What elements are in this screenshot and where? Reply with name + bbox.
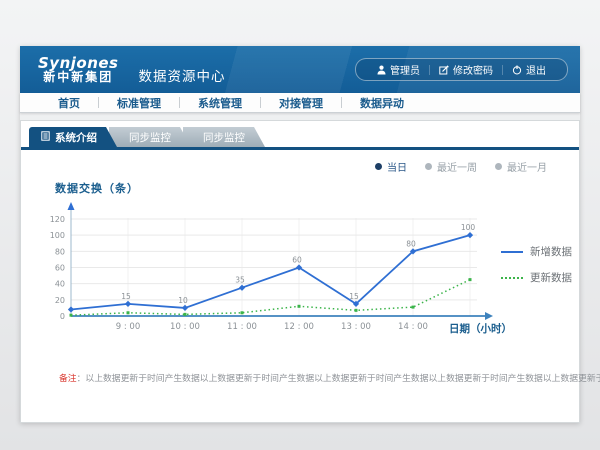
svg-text:35: 35 (235, 276, 245, 285)
svg-text:60: 60 (292, 256, 302, 265)
svg-text:40: 40 (55, 280, 65, 289)
spacer (20, 113, 580, 120)
legend-label: 新增数据 (530, 244, 572, 259)
logo-brand: Synjones (38, 55, 119, 72)
range-label: 当日 (387, 159, 407, 174)
change-password-button[interactable]: 修改密码 (430, 62, 502, 77)
footnote: 备注：以上数据更新于时间产生数据以上数据更新于时间产生数据以上数据更新于时间产生… (59, 371, 579, 384)
user-toolbar: 管理员 修改密码 退出 (355, 58, 568, 81)
logout-label: 退出 (526, 62, 546, 77)
range-option-last-week[interactable]: 最近一周 (425, 159, 477, 174)
svg-text:11 : 00: 11 : 00 (227, 322, 257, 332)
edit-icon (439, 65, 449, 75)
range-option-last-month[interactable]: 最近一月 (495, 159, 547, 174)
radio-dot (495, 163, 502, 170)
tab-underline (21, 147, 579, 150)
current-user-button[interactable]: 管理员 (368, 62, 429, 77)
nav-item-system-management[interactable]: 系统管理 (180, 95, 260, 111)
chart-area: 0 20 40 60 80 100 120 9 : 00 10 : 00 11 : 00 12 : … (49, 200, 579, 345)
svg-text:80: 80 (406, 239, 416, 248)
company-logo: Synjones 新中新集团 (38, 55, 119, 85)
range-label: 最近一月 (507, 159, 547, 174)
svg-text:20: 20 (55, 296, 65, 305)
svg-text:100: 100 (461, 223, 476, 232)
svg-text:100: 100 (50, 231, 65, 240)
legend-item-updated-data: 更新数据 (501, 270, 572, 285)
svg-text:80: 80 (55, 247, 65, 256)
document-icon (41, 131, 50, 144)
svg-text:15: 15 (121, 292, 131, 301)
nav-item-interface-management[interactable]: 对接管理 (261, 95, 341, 111)
tab-label: 同步监控 (129, 130, 171, 145)
legend-item-new-data: 新增数据 (501, 244, 572, 259)
legend-line-dotted (501, 277, 523, 279)
time-range-selector: 当日 最近一周 最近一月 (21, 159, 547, 174)
y-axis-title: 数据交换（条） (55, 180, 579, 196)
current-user-label: 管理员 (390, 62, 420, 77)
svg-text:60: 60 (55, 264, 65, 273)
power-icon (512, 65, 522, 75)
svg-text:120: 120 (50, 215, 65, 224)
tab-sync-monitor-1[interactable]: 同步监控 (109, 127, 191, 147)
nav-item-data-change[interactable]: 数据异动 (342, 95, 422, 111)
svg-text:14 : 00: 14 : 00 (398, 322, 428, 332)
tab-system-intro[interactable]: 系统介绍 (29, 127, 117, 147)
content-panel: 系统介绍 同步监控 同步监控 当日 最近一周 最近一月 (20, 120, 580, 423)
change-password-label: 修改密码 (453, 62, 493, 77)
radio-dot (425, 163, 432, 170)
tab-label: 同步监控 (203, 130, 245, 145)
tab-sync-monitor-2[interactable]: 同步监控 (183, 127, 265, 147)
nav-item-home[interactable]: 首页 (40, 95, 98, 111)
footnote-prefix: 备注 (59, 374, 77, 384)
range-option-today[interactable]: 当日 (375, 159, 407, 174)
app-header: Synjones 新中新集团 数据资源中心 管理员 修改密码 (20, 46, 580, 93)
main-window: Synjones 新中新集团 数据资源中心 管理员 修改密码 (20, 46, 580, 423)
svg-text:10: 10 (178, 296, 188, 305)
svg-text:13 : 00: 13 : 00 (341, 322, 371, 332)
legend-label: 更新数据 (530, 270, 572, 285)
footnote-text: ：以上数据更新于时间产生数据以上数据更新于时间产生数据以上数据更新于时间产生数据… (77, 374, 600, 384)
range-label: 最近一周 (437, 159, 477, 174)
logo-company-name: 新中新集团 (38, 71, 119, 84)
exchange-chart: 0 20 40 60 80 100 120 9 : 00 10 : 00 11 : 00 12 : … (49, 200, 499, 336)
logout-button[interactable]: 退出 (503, 62, 555, 77)
legend-line-solid (501, 251, 523, 253)
tab-label: 系统介绍 (55, 130, 97, 145)
user-icon (377, 65, 386, 75)
tab-bar: 系统介绍 同步监控 同步监控 (29, 127, 579, 147)
nav-item-standard-management[interactable]: 标准管理 (99, 95, 179, 111)
chart-legend: 新增数据 更新数据 (501, 244, 572, 285)
svg-text:15: 15 (349, 292, 359, 301)
radio-dot (375, 163, 382, 170)
page-title: 数据资源中心 (139, 65, 226, 85)
main-nav: 首页 标准管理 系统管理 对接管理 数据异动 (20, 93, 580, 113)
svg-text:0: 0 (60, 312, 65, 321)
svg-text:10 : 00: 10 : 00 (170, 322, 200, 332)
svg-text:12 : 00: 12 : 00 (284, 322, 314, 332)
svg-text:9 : 00: 9 : 00 (116, 322, 141, 332)
x-axis-title: 日期（小时） (449, 321, 512, 336)
